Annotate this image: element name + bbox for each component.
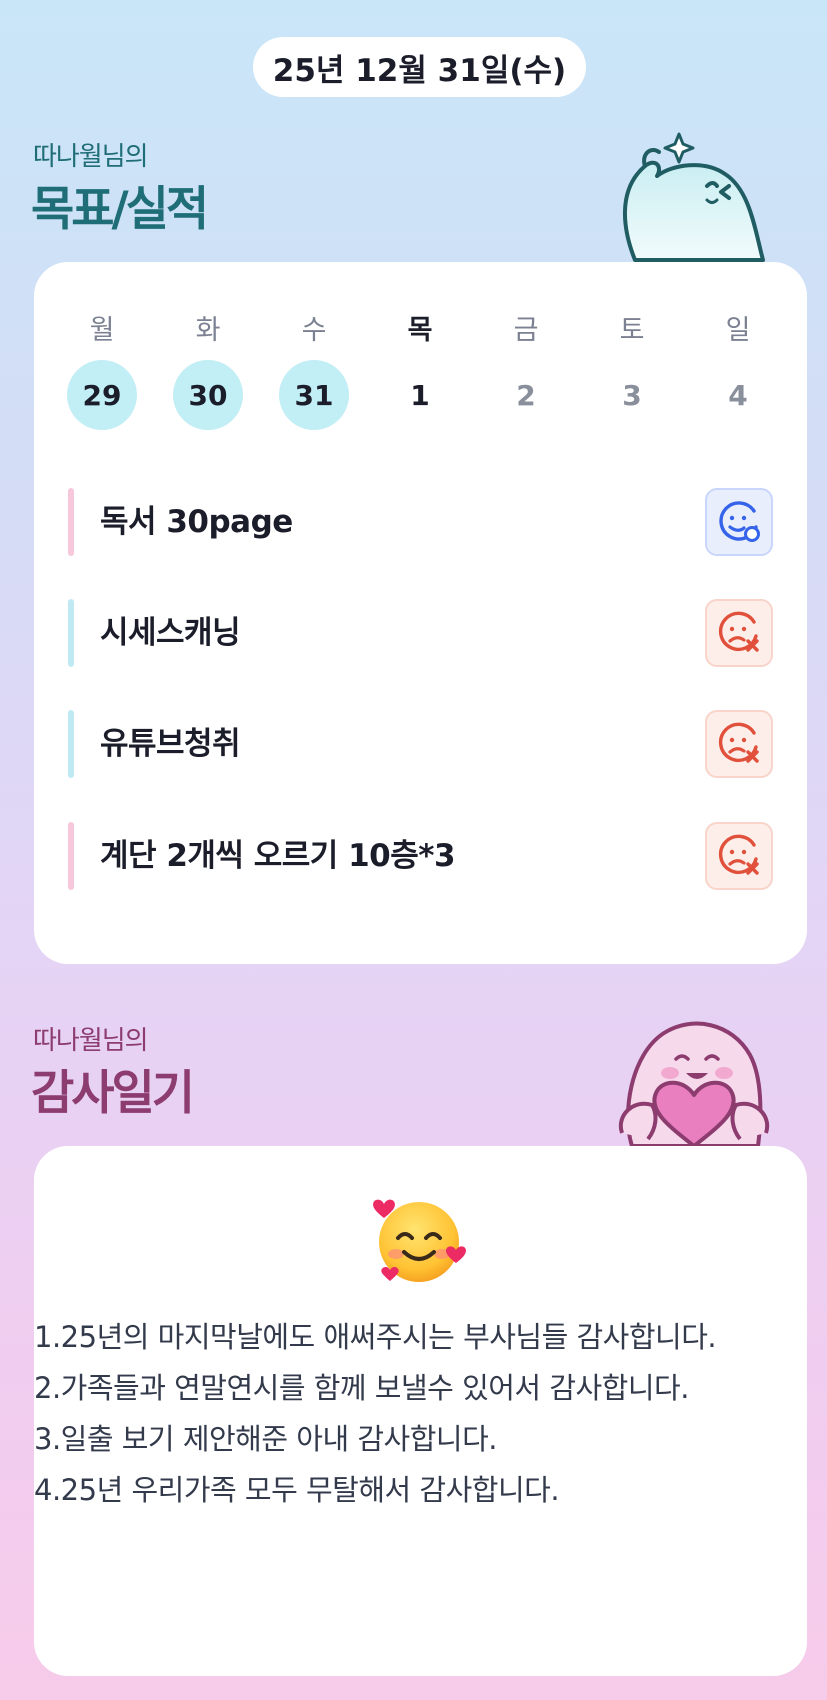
weekday-label: 금 — [513, 315, 539, 346]
date-cell[interactable]: 3 — [597, 360, 667, 430]
goal-result-failed-button[interactable] — [705, 710, 773, 778]
goal-row[interactable]: 시세스캐닝 — [68, 599, 773, 667]
weekday-header: 월 화 수 목 금 토 일 — [34, 308, 807, 348]
goal-result-failed-button[interactable] — [705, 599, 773, 667]
goal-row[interactable]: 유튜브청취 — [68, 710, 773, 778]
sad-x-icon — [718, 611, 759, 652]
weekday-label: 일 — [725, 315, 751, 346]
sad-x-icon — [718, 834, 759, 875]
gratitude-line: 4.25년 우리가족 모두 무탈해서 감사합니다. — [34, 1473, 560, 1507]
date-selector[interactable]: 25년 12월 31일(수) — [253, 37, 586, 97]
smiling-face-with-hearts-icon — [373, 1199, 467, 1282]
date-cell-done[interactable]: 29 — [67, 360, 137, 430]
week-dates: 29 30 31 1 2 3 4 — [34, 360, 807, 430]
goal-result-failed-button[interactable] — [705, 822, 773, 890]
weekday-label: 수 — [301, 315, 327, 346]
goals-title: 목표/실적 — [31, 182, 209, 237]
gratitude-title: 감사일기 — [31, 1066, 195, 1121]
goal-text: 독서 30page — [100, 504, 293, 540]
date-cell-today[interactable]: 1 — [385, 360, 455, 430]
goal-result-achieved-button[interactable] — [705, 488, 773, 556]
goal-text: 시세스캐닝 — [100, 615, 241, 651]
date-cell-done[interactable]: 30 — [173, 360, 243, 430]
goal-text: 계단 2개씩 오르기 10층*3 — [100, 838, 456, 874]
goal-text: 유튜브청취 — [100, 726, 241, 762]
goal-accent-bar — [68, 488, 74, 556]
weekday-label: 화 — [195, 315, 221, 346]
gratitude-line: 2.가족들과 연말연시를 함께 보낼수 있어서 감사합니다. — [34, 1371, 689, 1405]
gratitude-line: 3.일출 보기 제안해준 아내 감사합니다. — [34, 1422, 497, 1456]
date-cell[interactable]: 2 — [491, 360, 561, 430]
goal-accent-bar — [68, 599, 74, 667]
weekday-label: 토 — [619, 315, 645, 346]
goal-row[interactable]: 계단 2개씩 오르기 10층*3 — [68, 822, 773, 890]
goals-owner-label: 따나월님의 — [33, 142, 149, 172]
gratitude-owner-label: 따나월님의 — [33, 1026, 149, 1056]
ghost-mascot-icon — [622, 132, 765, 262]
smile-check-icon — [719, 501, 760, 542]
sad-x-icon — [718, 722, 759, 763]
goals-card: 월 화 수 목 금 토 일 29 30 31 1 2 3 4 독서 30page — [34, 262, 807, 964]
goal-accent-bar — [68, 710, 74, 778]
gratitude-line: 1.25년의 마지막날에도 애써주시는 부사님들 감사합니다. — [34, 1320, 717, 1354]
date-cell[interactable]: 4 — [703, 360, 773, 430]
goal-accent-bar — [68, 822, 74, 890]
gratitude-diary-text: 1.25년의 마지막날에도 애써주시는 부사님들 감사합니다. 2.가족들과 연… — [34, 1312, 774, 1516]
weekday-label: 월 — [89, 315, 115, 346]
heart-mascot-icon — [618, 1021, 770, 1146]
date-cell-done[interactable]: 31 — [279, 360, 349, 430]
weekday-label: 목 — [407, 315, 433, 346]
goal-row[interactable]: 독서 30page — [68, 488, 773, 556]
